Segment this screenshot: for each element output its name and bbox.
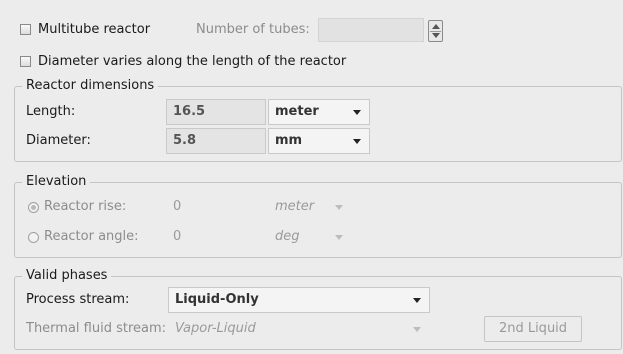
- chevron-down-icon: [413, 298, 421, 303]
- elevation-title: Elevation: [22, 174, 91, 190]
- diameter-varies-label: Diameter varies along the length of the …: [38, 54, 347, 69]
- diameter-unit-select[interactable]: mm: [268, 128, 370, 154]
- chevron-down-icon: [335, 235, 343, 240]
- length-input[interactable]: 16.5: [166, 99, 266, 125]
- thermal-fluid-stream-value: Vapor-Liquid: [175, 321, 256, 336]
- reactor-angle-unit-select[interactable]: deg: [268, 224, 352, 250]
- multitube-label: Multitube reactor: [38, 22, 151, 37]
- spin-up-icon[interactable]: [432, 24, 440, 29]
- reactor-rise-label: Reactor rise:: [44, 199, 127, 214]
- diameter-label: Diameter:: [26, 133, 91, 148]
- length-unit-select[interactable]: meter: [268, 99, 370, 125]
- length-unit-value: meter: [275, 104, 319, 119]
- chevron-down-icon: [353, 110, 361, 115]
- reactor-rise-radio[interactable]: [28, 202, 39, 213]
- valid-phases-title: Valid phases: [22, 268, 112, 284]
- number-of-tubes-label: Number of tubes:: [196, 22, 310, 37]
- chevron-down-icon: [413, 327, 421, 332]
- reactor-dimensions-title: Reactor dimensions: [22, 78, 159, 94]
- diameter-input[interactable]: 5.8: [166, 128, 266, 154]
- reactor-rise-input[interactable]: 0: [166, 194, 266, 220]
- diameter-varies-checkbox[interactable]: [20, 56, 31, 67]
- spin-divider: [430, 31, 441, 32]
- spin-down-icon[interactable]: [432, 33, 440, 38]
- number-of-tubes-spinner[interactable]: [428, 20, 443, 42]
- process-stream-value: Liquid-Only: [175, 292, 259, 307]
- number-of-tubes-input[interactable]: [318, 18, 424, 42]
- second-liquid-button[interactable]: 2nd Liquid: [484, 316, 582, 342]
- process-stream-label: Process stream:: [26, 292, 130, 307]
- thermal-fluid-stream-label: Thermal fluid stream:: [26, 321, 167, 336]
- reactor-angle-unit-value: deg: [275, 229, 300, 244]
- diameter-unit-value: mm: [275, 133, 303, 148]
- length-label: Length:: [26, 104, 76, 119]
- chevron-down-icon: [335, 205, 343, 210]
- thermal-fluid-stream-select[interactable]: Vapor-Liquid: [168, 316, 430, 342]
- reactor-angle-input[interactable]: 0: [166, 224, 266, 250]
- multitube-checkbox[interactable]: [20, 24, 31, 35]
- reactor-angle-radio[interactable]: [28, 232, 39, 243]
- chevron-down-icon: [353, 139, 361, 144]
- reactor-rise-unit-select[interactable]: meter: [268, 194, 352, 220]
- reactor-angle-label: Reactor angle:: [44, 229, 139, 244]
- reactor-rise-unit-value: meter: [275, 199, 315, 214]
- process-stream-select[interactable]: Liquid-Only: [168, 287, 430, 313]
